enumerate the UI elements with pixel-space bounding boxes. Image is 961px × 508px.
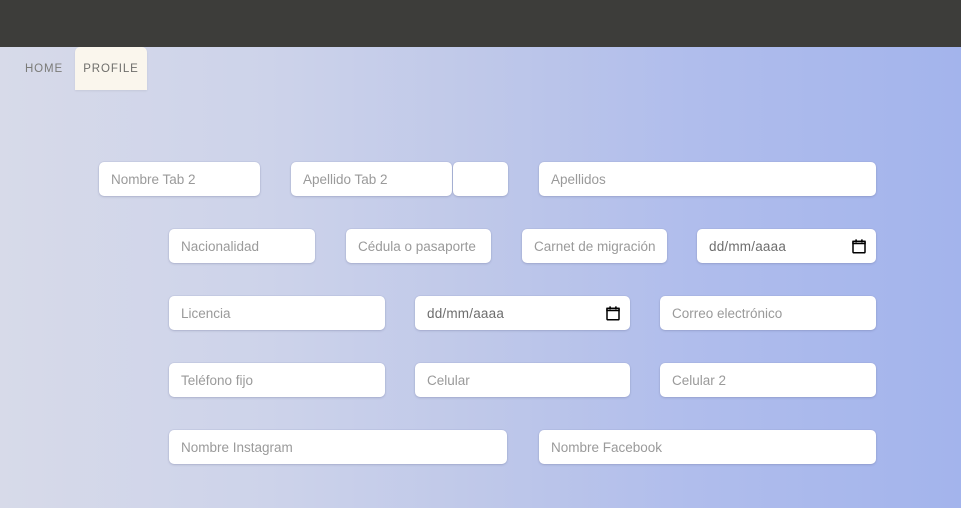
celular-input[interactable] — [415, 363, 630, 397]
tab-strip: HOME PROFILE — [0, 47, 961, 90]
nacionalidad-input[interactable] — [169, 229, 315, 263]
unlabeled-input[interactable] — [453, 162, 508, 196]
apellido-tab-2-input[interactable] — [291, 162, 452, 196]
date-placeholder-text: dd/mm/aaaa — [709, 238, 787, 254]
calendar-icon[interactable] — [606, 305, 620, 321]
celular-2-input[interactable] — [660, 363, 876, 397]
fecha-licencia-date-input[interactable]: dd/mm/aaaa — [415, 296, 630, 330]
cedula-o-pasaporte-input[interactable] — [346, 229, 491, 263]
nombre-facebook-input[interactable] — [539, 430, 876, 464]
licencia-input[interactable] — [169, 296, 385, 330]
nombre-tab-2-input[interactable] — [99, 162, 260, 196]
telefono-fijo-input[interactable] — [169, 363, 385, 397]
apellidos-input[interactable] — [539, 162, 876, 196]
fecha-nacimiento-date-input[interactable]: dd/mm/aaaa — [697, 229, 876, 263]
tab-profile[interactable]: PROFILE — [75, 47, 147, 90]
calendar-icon[interactable] — [852, 238, 866, 254]
tab-home[interactable]: HOME — [18, 47, 70, 90]
date-placeholder-text: dd/mm/aaaa — [427, 305, 505, 321]
profile-form: dd/mm/aaaa dd/mm/aaaa — [0, 90, 961, 508]
correo-electronico-input[interactable] — [660, 296, 876, 330]
carnet-de-migracion-input[interactable] — [522, 229, 667, 263]
top-header-bar — [0, 0, 961, 47]
nombre-instagram-input[interactable] — [169, 430, 507, 464]
